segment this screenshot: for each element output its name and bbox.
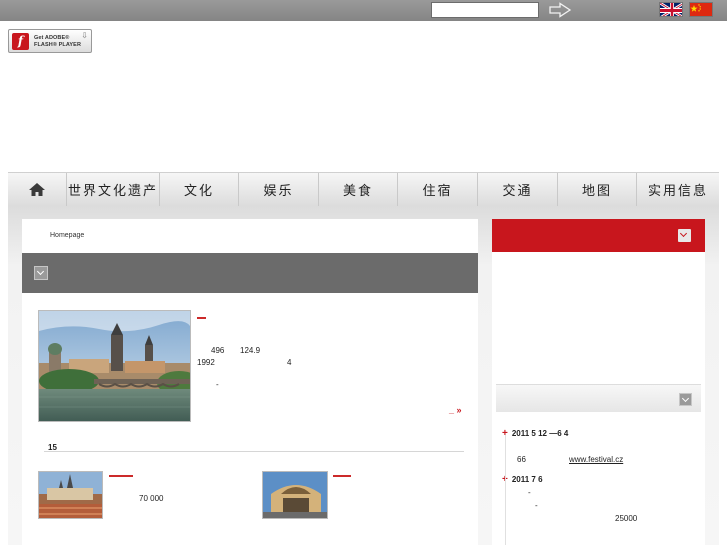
event-2-date-text: 2011 7 6 [511,475,543,484]
flash-logo-icon: f [12,33,29,50]
feature-value-1: 496 [211,346,225,355]
feature-dash: - [216,380,219,389]
flash-badge-text: Get ADOBE® FLASH® PLAYER [34,35,81,49]
section-header [22,253,478,293]
feature-year: 1992 [197,358,215,367]
event-2-value: 25000 [615,514,638,523]
main-content: Homepage 496 124.9 1992 4 - _ » 15 70 00… [22,219,478,545]
sidebar: +2011 5 12 —6 4 66 www.festival.cz +2011… [492,219,705,545]
get-flash-player-button[interactable]: f Get ADOBE® FLASH® PLAYER ⇩ [8,29,92,53]
thumb1-value: 70 000 [139,494,164,503]
event-2-dash-1: - [528,488,531,497]
search-go-icon[interactable] [548,2,572,18]
prague-feature-image[interactable] [38,310,191,422]
nav-item-transport[interactable]: 交通 [478,173,558,206]
nav-item-food[interactable]: 美食 [319,173,398,206]
nav-item-entertainment[interactable]: 娱乐 [239,173,319,206]
nav-item-accommodation[interactable]: 住宿 [398,173,478,206]
read-more-link[interactable]: _ » [449,405,462,415]
top-bar [0,0,727,21]
event-1-link[interactable]: www.festival.cz [569,455,623,464]
nav-item-practical-info[interactable]: 实用信息 [637,173,719,206]
page: f Get ADOBE® FLASH® PLAYER ⇩ 世界文化遗产 文化 娱… [0,0,727,545]
collapse-button[interactable] [34,266,48,280]
nav-item-map[interactable]: 地图 [558,173,637,206]
flash-line-1: Get ADOBE® [34,35,70,41]
english-flag-icon[interactable] [659,2,683,17]
search-input[interactable] [431,2,539,18]
main-nav: 世界文化遗产 文化 娱乐 美食 住宿 交通 地图 实用信息 [8,172,719,206]
event-2-dash-2: - [535,501,538,510]
feature-value-2: 124.9 [240,346,261,355]
event-1-date: +2011 5 12 —6 4 [502,428,568,439]
sidebar-collapse-button[interactable] [678,229,691,242]
home-icon [29,183,45,196]
title-dash [197,317,206,319]
events-collapse-button[interactable] [679,393,692,406]
flash-line-2: FLASH® PLAYER [34,42,82,48]
nav-item-culture[interactable]: 文化 [160,173,239,206]
event-1-number: 66 [517,455,526,464]
events-header [496,384,701,412]
thumb-prague-castle[interactable] [38,471,103,519]
sidebar-red-header [492,219,705,252]
thumb-municipal-house[interactable] [262,471,328,519]
sidebar-rule [505,435,506,545]
feature-value-3: 4 [287,358,292,367]
nav-item-world-heritage[interactable]: 世界文化遗产 [67,173,160,206]
divider [44,451,464,452]
nav-home[interactable] [8,173,67,206]
download-icon: ⇩ [81,31,88,40]
event-2-date: +2011 7 6 [502,474,543,485]
breadcrumb-homepage[interactable]: Homepage [50,232,84,239]
chinese-flag-icon[interactable] [689,2,713,17]
thumb1-dash [109,475,133,477]
thumb2-dash [333,475,351,477]
event-1-date-text: 2011 5 12 —6 4 [511,429,569,438]
